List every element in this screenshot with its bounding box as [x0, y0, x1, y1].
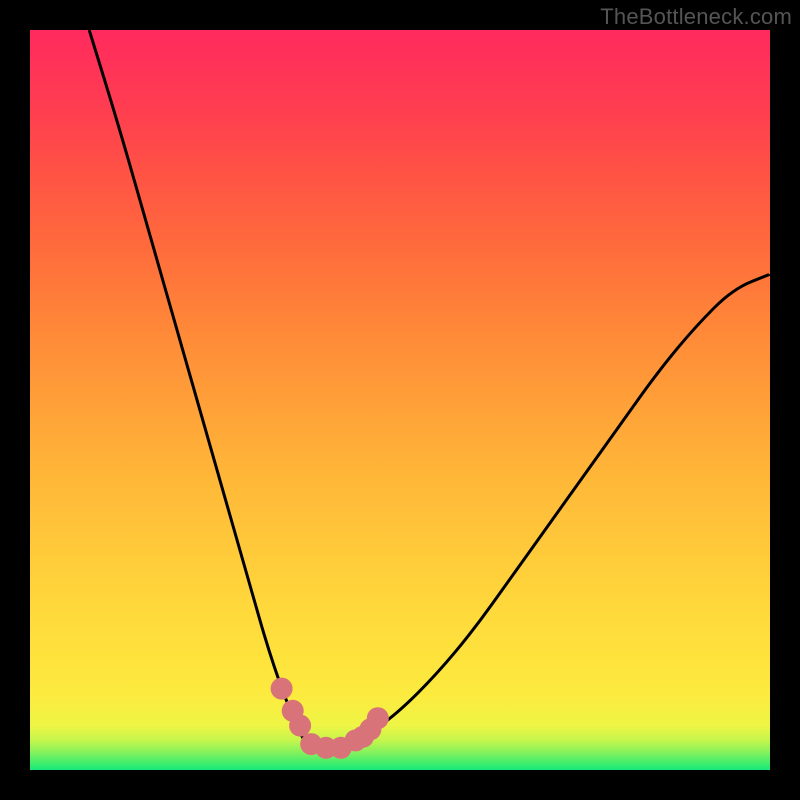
optimal-dot [271, 678, 293, 700]
curve-layer [30, 30, 770, 770]
optimal-dot [367, 707, 389, 729]
optimal-region-dots [271, 678, 389, 759]
outer-frame: TheBottleneck.com [0, 0, 800, 800]
watermark-text: TheBottleneck.com [600, 4, 792, 30]
plot-area [30, 30, 770, 770]
optimal-dot [289, 715, 311, 737]
bottleneck-curve-path [89, 30, 770, 748]
